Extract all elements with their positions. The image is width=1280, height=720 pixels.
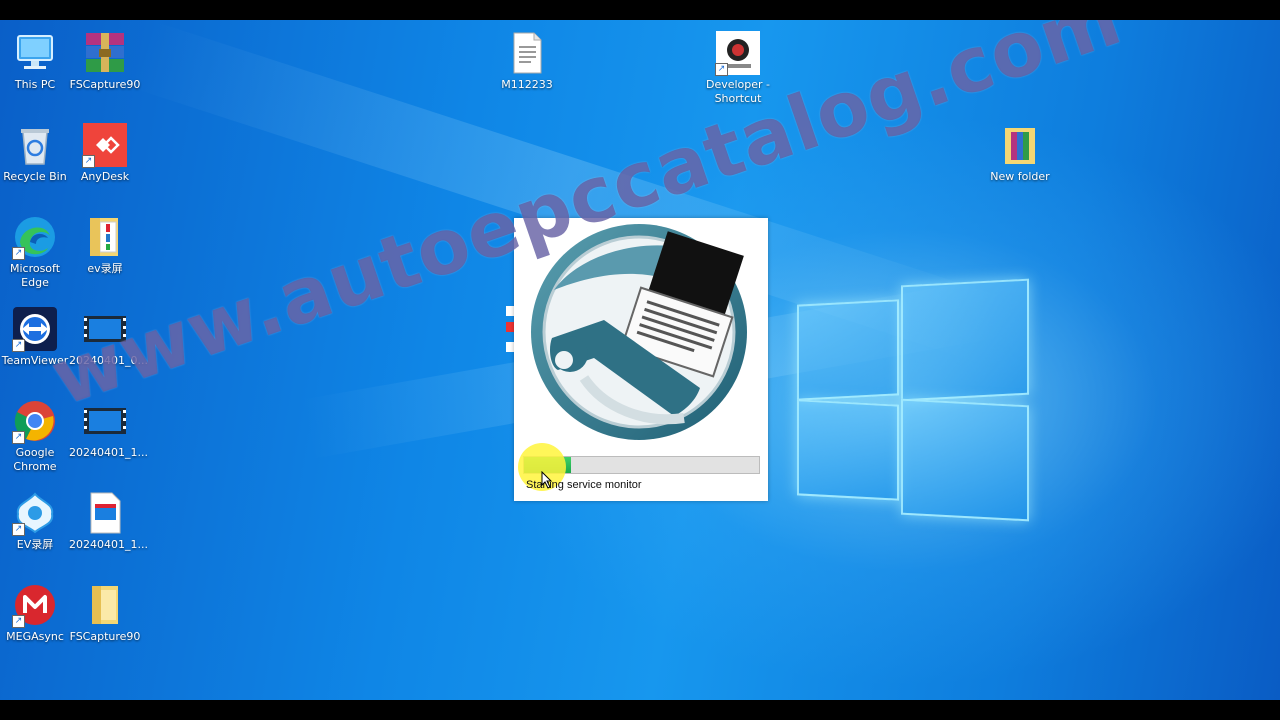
shortcut-arrow-icon: ↗	[12, 431, 25, 444]
winrar-archive-icon	[82, 30, 128, 76]
desktop: This PC Recycle Bin ↗ Microsoft Edge ↗ T…	[0, 20, 1280, 700]
desktop-icon-developer-shortcut[interactable]: ↗ Developer - Shortcut	[702, 30, 774, 106]
desktop-icon-google-chrome[interactable]: ↗ Google Chrome	[0, 398, 71, 474]
desktop-icon-fscapture90-folder[interactable]: FSCapture90	[69, 582, 141, 644]
media-file-icon	[82, 490, 128, 536]
teamviewer-icon: ↗	[12, 306, 58, 352]
edge-icon: ↗	[12, 214, 58, 260]
desktop-icon-teamviewer[interactable]: ↗ TeamViewer	[0, 306, 71, 368]
shortcut-arrow-icon: ↗	[12, 615, 25, 628]
windows-logo	[795, 260, 1035, 522]
desktop-icon-new-folder[interactable]: New folder	[984, 122, 1056, 184]
desktop-icon-microsoft-edge[interactable]: ↗ Microsoft Edge	[0, 214, 71, 290]
computer-icon	[12, 30, 58, 76]
desktop-icon-anydesk[interactable]: ↗ AnyDesk	[69, 122, 141, 184]
video-file-icon	[82, 398, 128, 444]
desktop-icon-ev-folder[interactable]: ev录屏	[69, 214, 141, 276]
developer-app-icon: ↗	[715, 30, 761, 76]
archive-folder-icon	[997, 122, 1043, 168]
recycle-bin-icon	[12, 122, 58, 168]
desktop-icon-this-pc[interactable]: This PC	[0, 30, 71, 92]
ev-recorder-icon: ↗	[12, 490, 58, 536]
chrome-icon: ↗	[12, 398, 58, 444]
desktop-icon-video-20240401-0[interactable]: 20240401_0...	[69, 306, 148, 368]
partially-hidden-icon[interactable]	[504, 302, 514, 362]
diagnostic-logo-icon	[531, 224, 747, 440]
shortcut-arrow-icon: ↗	[12, 523, 25, 536]
shortcut-arrow-icon: ↗	[12, 339, 25, 352]
folder-icon	[82, 582, 128, 628]
folder-icon	[82, 214, 128, 260]
desktop-icon-video-20240401-1a[interactable]: 20240401_1...	[69, 398, 148, 460]
desktop-icon-recycle-bin[interactable]: Recycle Bin	[0, 122, 71, 184]
desktop-icon-video-20240401-1b[interactable]: 20240401_1...	[69, 490, 148, 552]
desktop-icon-m112233[interactable]: M112233	[491, 30, 563, 92]
mouse-cursor-icon	[541, 470, 553, 493]
splash-screen: Starting service monitor	[514, 218, 768, 501]
desktop-icon-fscapture90-archive[interactable]: FSCapture90	[69, 30, 141, 92]
shortcut-arrow-icon: ↗	[12, 247, 25, 260]
desktop-icon-megasync[interactable]: ↗ MEGAsync	[0, 582, 71, 644]
anydesk-icon: ↗	[82, 122, 128, 168]
mega-icon: ↗	[12, 582, 58, 628]
video-file-icon	[82, 306, 128, 352]
shortcut-arrow-icon: ↗	[82, 155, 95, 168]
text-file-icon	[504, 30, 550, 76]
shortcut-arrow-icon: ↗	[715, 63, 728, 76]
desktop-icon-ev-recorder[interactable]: ↗ EV录屏	[0, 490, 71, 552]
